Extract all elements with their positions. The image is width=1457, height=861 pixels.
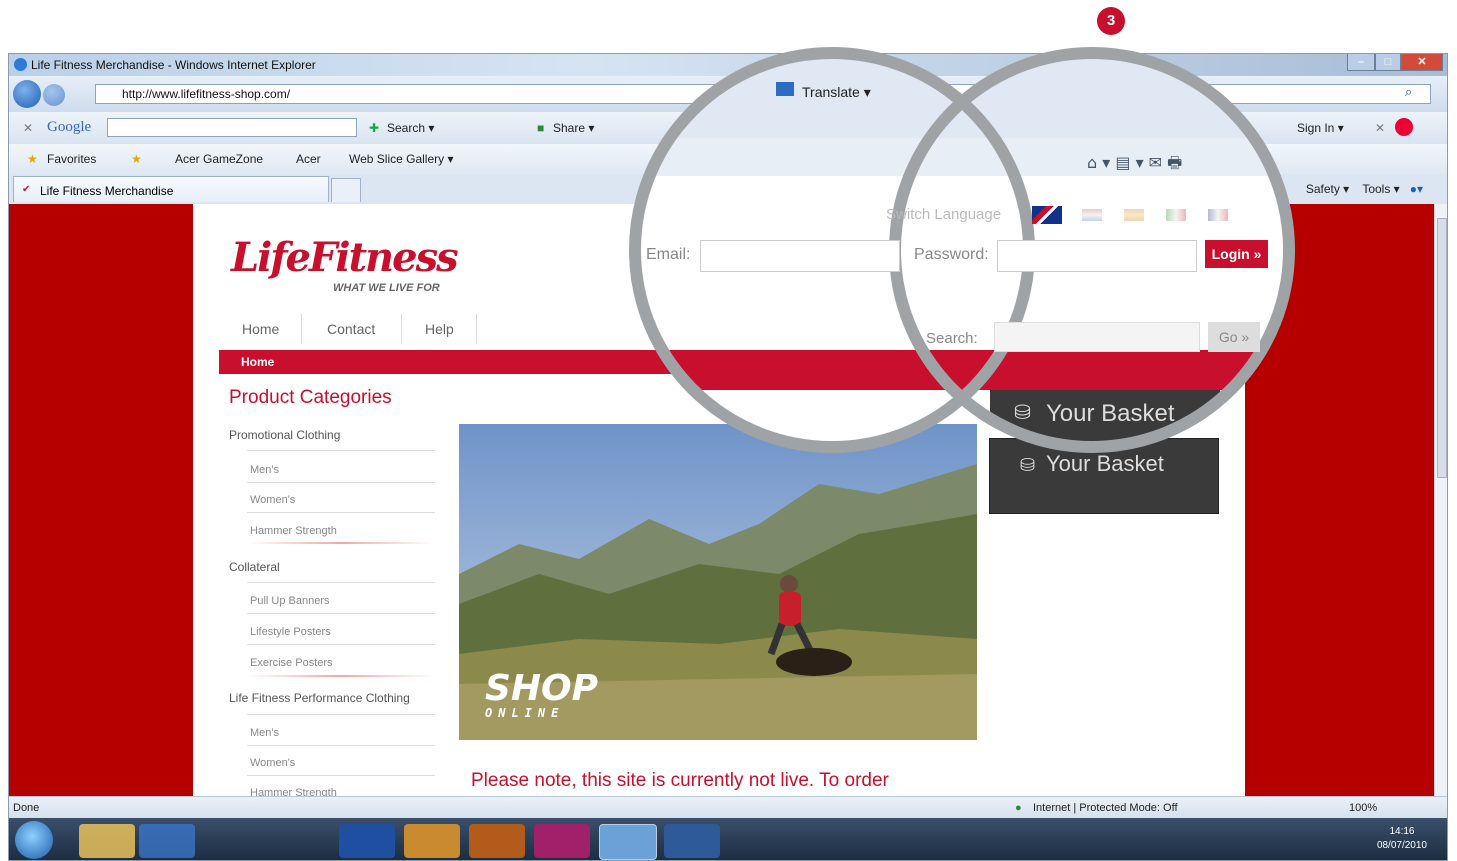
- google-search-button[interactable]: Search ▾: [387, 121, 434, 135]
- list-item[interactable]: Men's: [250, 727, 279, 739]
- tab-label: Life Fitness Merchandise: [40, 184, 174, 198]
- shop-online-banner[interactable]: SHOP ONLINE: [459, 424, 977, 740]
- favorites-bar: ★ Favorites ★ Acer GameZone Acer Web Sli…: [9, 144, 1447, 174]
- favorite-link[interactable]: Acer GameZone: [175, 152, 263, 166]
- new-tab-button[interactable]: [331, 178, 361, 202]
- share-button[interactable]: Share ▾: [553, 121, 594, 135]
- safety-menu[interactable]: Safety ▾: [1306, 182, 1349, 196]
- list-item[interactable]: Lifestyle Posters: [250, 626, 331, 638]
- settings-icon[interactable]: [1395, 118, 1413, 136]
- zoom-level[interactable]: 100%: [1349, 802, 1377, 814]
- hero-title: SHOP: [485, 668, 599, 709]
- google-search-input[interactable]: [107, 118, 357, 137]
- favorite-link[interactable]: Acer: [296, 152, 321, 166]
- list-item[interactable]: Pull Up Banners: [250, 595, 330, 607]
- menu-contact[interactable]: Contact: [327, 321, 375, 337]
- basket-panel[interactable]: ⛁ Your Basket: [989, 438, 1219, 514]
- step-badge: 3: [1097, 7, 1125, 35]
- category-performance-clothing[interactable]: Life Fitness Performance Clothing: [229, 691, 410, 705]
- basket-icon: ⛁: [1020, 455, 1036, 476]
- start-button[interactable]: [15, 821, 53, 859]
- favorite-link[interactable]: Web Slice Gallery ▾: [349, 152, 454, 166]
- lifefitness-favicon-icon: ✔: [22, 184, 31, 195]
- photoshop-icon[interactable]: [339, 824, 395, 858]
- clock[interactable]: 14:16 08/07/2010: [1377, 825, 1427, 853]
- help-icon[interactable]: ●▾: [1410, 182, 1423, 196]
- close-button[interactable]: ✕: [1401, 54, 1443, 71]
- google-search-icon: ✚: [369, 121, 380, 135]
- close-icon[interactable]: ✕: [1375, 121, 1385, 135]
- clock-time: 14:16: [1389, 826, 1415, 837]
- site-tagline: WHAT WE LIVE FOR: [333, 282, 440, 294]
- favorites-button[interactable]: Favorites: [47, 152, 96, 166]
- app-icon[interactable]: [404, 824, 460, 858]
- category-collateral[interactable]: Collateral: [229, 560, 280, 574]
- forward-button[interactable]: [43, 84, 65, 106]
- app-icon[interactable]: [664, 824, 720, 858]
- browser-window: Life Fitness Merchandise - Windows Inter…: [8, 53, 1448, 861]
- scroll-thumb[interactable]: [1437, 218, 1447, 478]
- hero-subtitle: ONLINE: [485, 706, 565, 720]
- site-page: LifeFitness WHAT WE LIVE FOR Home Contac…: [193, 204, 1245, 796]
- breadcrumb-home[interactable]: Home: [241, 355, 274, 369]
- command-bar: Safety ▾ Tools ▾ ●▾: [1306, 182, 1423, 196]
- list-item[interactable]: Men's: [250, 464, 279, 476]
- taskbar: 14:16 08/07/2010: [9, 818, 1447, 860]
- page-viewport: LifeFitness WHAT WE LIVE FOR Home Contac…: [9, 204, 1434, 796]
- site-notice: Please note, this site is currently not …: [471, 770, 889, 791]
- search-icon[interactable]: ⌕: [1405, 85, 1412, 100]
- back-button[interactable]: [13, 80, 41, 108]
- product-categories-title: Product Categories: [229, 387, 392, 408]
- list-item[interactable]: Women's: [250, 494, 295, 506]
- tab-life-fitness[interactable]: ✔ Life Fitness Merchandise: [13, 176, 329, 202]
- globe-icon: ●: [1015, 802, 1022, 814]
- site-logo[interactable]: LifeFitness: [231, 234, 459, 281]
- breadcrumb: Home: [219, 350, 1241, 374]
- title-bar: Life Fitness Merchandise - Windows Inter…: [9, 54, 1447, 76]
- illustrator-icon[interactable]: [469, 824, 525, 858]
- address-bar-row: http://www.lifefitness-shop.com/ ⌕: [9, 76, 1447, 112]
- menu-home[interactable]: Home: [242, 321, 279, 337]
- basket-label: Your Basket: [1046, 451, 1164, 476]
- add-favorite-icon[interactable]: ★: [131, 152, 142, 166]
- close-toolbar-icon[interactable]: ✕: [23, 121, 33, 135]
- vertical-scrollbar[interactable]: [1434, 204, 1447, 796]
- maximize-button[interactable]: □: [1375, 54, 1401, 71]
- tools-menu[interactable]: Tools ▾: [1362, 182, 1399, 196]
- google-toolbar: ✕ Google ✚ Search ▾ ■ Share ▾ Sign In ▾ …: [9, 112, 1447, 144]
- security-zone[interactable]: Internet | Protected Mode: Off: [1033, 802, 1178, 814]
- explorer-icon[interactable]: [79, 824, 135, 858]
- share-icon: ■: [537, 121, 545, 135]
- menu-help[interactable]: Help: [425, 321, 454, 337]
- list-item[interactable]: Hammer Strength: [250, 525, 337, 537]
- ie-icon: [14, 58, 27, 71]
- list-item[interactable]: Exercise Posters: [250, 657, 333, 669]
- list-item[interactable]: Women's: [250, 757, 295, 769]
- internet-explorer-icon[interactable]: [599, 824, 657, 860]
- category-promotional-clothing[interactable]: Promotional Clothing: [229, 428, 340, 442]
- indesign-icon[interactable]: [534, 824, 590, 858]
- tab-row: ✔ Life Fitness Merchandise Safety ▾ Tool…: [9, 174, 1447, 204]
- address-input[interactable]: http://www.lifefitness-shop.com/: [95, 84, 1431, 104]
- clock-date: 08/07/2010: [1376, 840, 1427, 851]
- window-title: Life Fitness Merchandise - Windows Inter…: [31, 58, 316, 72]
- status-text: Done: [13, 802, 40, 814]
- media-player-icon[interactable]: [139, 824, 195, 858]
- minimize-button[interactable]: –: [1347, 54, 1375, 71]
- list-item[interactable]: Hammer Strength: [250, 787, 337, 796]
- favorites-star-icon: ★: [27, 152, 38, 166]
- google-logo: Google: [47, 119, 92, 135]
- status-bar: Done ● Internet | Protected Mode: Off 10…: [9, 796, 1447, 818]
- sign-in-button[interactable]: Sign In ▾: [1297, 121, 1344, 135]
